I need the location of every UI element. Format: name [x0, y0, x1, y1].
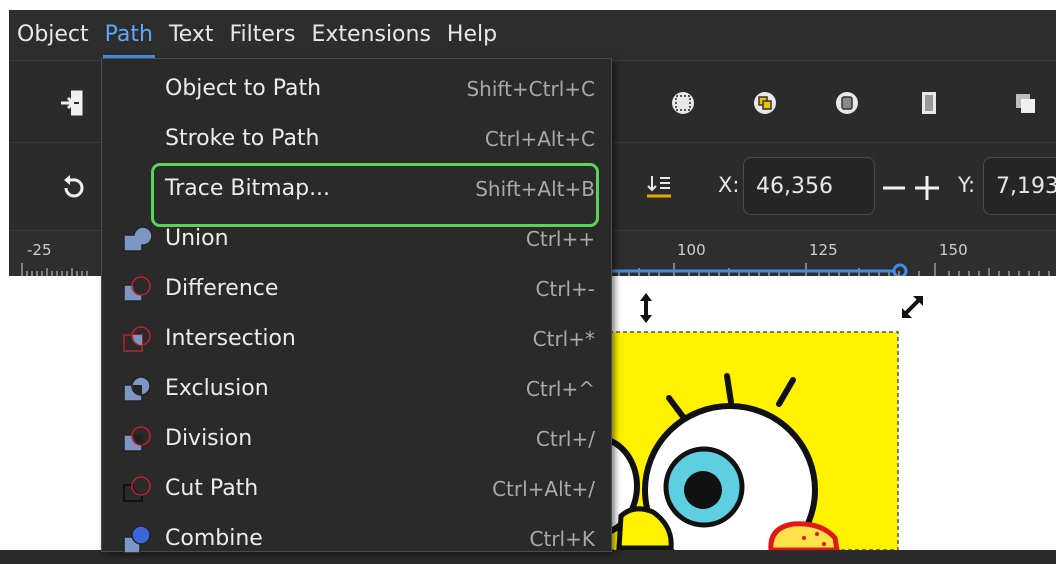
object-icon[interactable]: [829, 85, 865, 121]
x-coordinate-input[interactable]: 46,356: [743, 157, 875, 215]
menu-item-shortcut: Ctrl+^: [525, 377, 595, 401]
menu-object[interactable]: Object: [9, 10, 97, 60]
y-label: Y:: [958, 173, 976, 197]
menu-item-label: Stroke to Path: [165, 126, 320, 151]
menu-item-label: Combine: [165, 526, 263, 551]
menu-item-label: Union: [165, 226, 229, 251]
copy-icon[interactable]: [1007, 85, 1043, 121]
bbox-icon[interactable]: [665, 85, 701, 121]
combine-icon: [120, 523, 152, 555]
menu-path[interactable]: Path: [97, 10, 161, 60]
ruler-label: 150: [939, 241, 968, 259]
menu-item-shortcut: Shift+Alt+B: [475, 177, 595, 201]
menu-item-difference[interactable]: Difference Ctrl+-: [102, 264, 611, 314]
menu-item-division[interactable]: Division Ctrl+/: [102, 414, 611, 464]
menu-item-shortcut: Ctrl+-: [535, 277, 595, 301]
menu-item-intersection[interactable]: Intersection Ctrl+*: [102, 314, 611, 364]
menu-help[interactable]: Help: [439, 10, 505, 60]
exclusion-icon: [120, 373, 152, 405]
path-menu-dropdown: Object to Path Shift+Ctrl+C Stroke to Pa…: [101, 58, 612, 554]
menu-extensions[interactable]: Extensions: [303, 10, 438, 60]
menu-bar: Object Path Text Filters Extensions Help: [9, 10, 1056, 60]
cut-path-icon: [120, 473, 152, 505]
menu-item-stroke-to-path[interactable]: Stroke to Path Ctrl+Alt+C: [102, 114, 611, 164]
ruler-label: -25: [27, 241, 52, 259]
menu-item-trace-bitmap[interactable]: Trace Bitmap... Shift+Alt+B: [102, 164, 611, 214]
menu-item-combine[interactable]: Combine Ctrl+K: [102, 514, 611, 564]
group-icon[interactable]: [747, 85, 783, 121]
menu-item-shortcut: Ctrl+Alt+/: [492, 477, 595, 501]
page-icon[interactable]: [911, 85, 947, 121]
y-coordinate-input[interactable]: 7,193: [983, 157, 1056, 215]
union-icon: [120, 223, 153, 255]
difference-icon: [120, 273, 152, 305]
x-stepper[interactable]: [881, 173, 945, 203]
baseline-icon[interactable]: [641, 169, 677, 205]
x-label: X:: [718, 173, 740, 197]
scale-handle-icon: [902, 296, 923, 318]
menu-item-object-to-path[interactable]: Object to Path Shift+Ctrl+C: [102, 64, 611, 114]
menu-item-label: Object to Path: [165, 76, 322, 101]
menu-item-shortcut: Ctrl++: [525, 227, 595, 251]
menu-item-label: Cut Path: [165, 476, 259, 501]
menu-item-label: Difference: [165, 276, 279, 301]
menu-item-cut-path[interactable]: Cut Path Ctrl+Alt+/: [102, 464, 611, 514]
menu-text[interactable]: Text: [161, 10, 222, 60]
import-icon[interactable]: [55, 85, 91, 121]
menu-item-label: Intersection: [165, 326, 296, 351]
ruler-label: 125: [809, 241, 838, 259]
menu-item-shortcut: Ctrl+K: [529, 527, 595, 551]
division-icon: [120, 423, 152, 455]
intersection-icon: [120, 323, 152, 355]
menu-item-shortcut: Ctrl+/: [535, 427, 595, 451]
menu-item-shortcut: Ctrl+*: [532, 327, 595, 351]
menu-item-label: Division: [165, 426, 253, 451]
ruler-label: 100: [677, 241, 706, 259]
menu-item-label: Exclusion: [165, 376, 269, 401]
menu-filters[interactable]: Filters: [222, 10, 304, 60]
window-top-edge: [0, 0, 1056, 10]
menu-item-shortcut: Shift+Ctrl+C: [466, 77, 595, 101]
menu-item-exclusion[interactable]: Exclusion Ctrl+^: [102, 364, 611, 414]
menu-item-union[interactable]: Union Ctrl++: [102, 214, 611, 264]
menu-item-label: Trace Bitmap...: [165, 176, 331, 201]
window-left-edge: [0, 10, 9, 550]
menu-item-shortcut: Ctrl+Alt+C: [484, 127, 595, 151]
resize-cursor-icon: [640, 293, 652, 323]
undo-icon[interactable]: [55, 169, 91, 205]
